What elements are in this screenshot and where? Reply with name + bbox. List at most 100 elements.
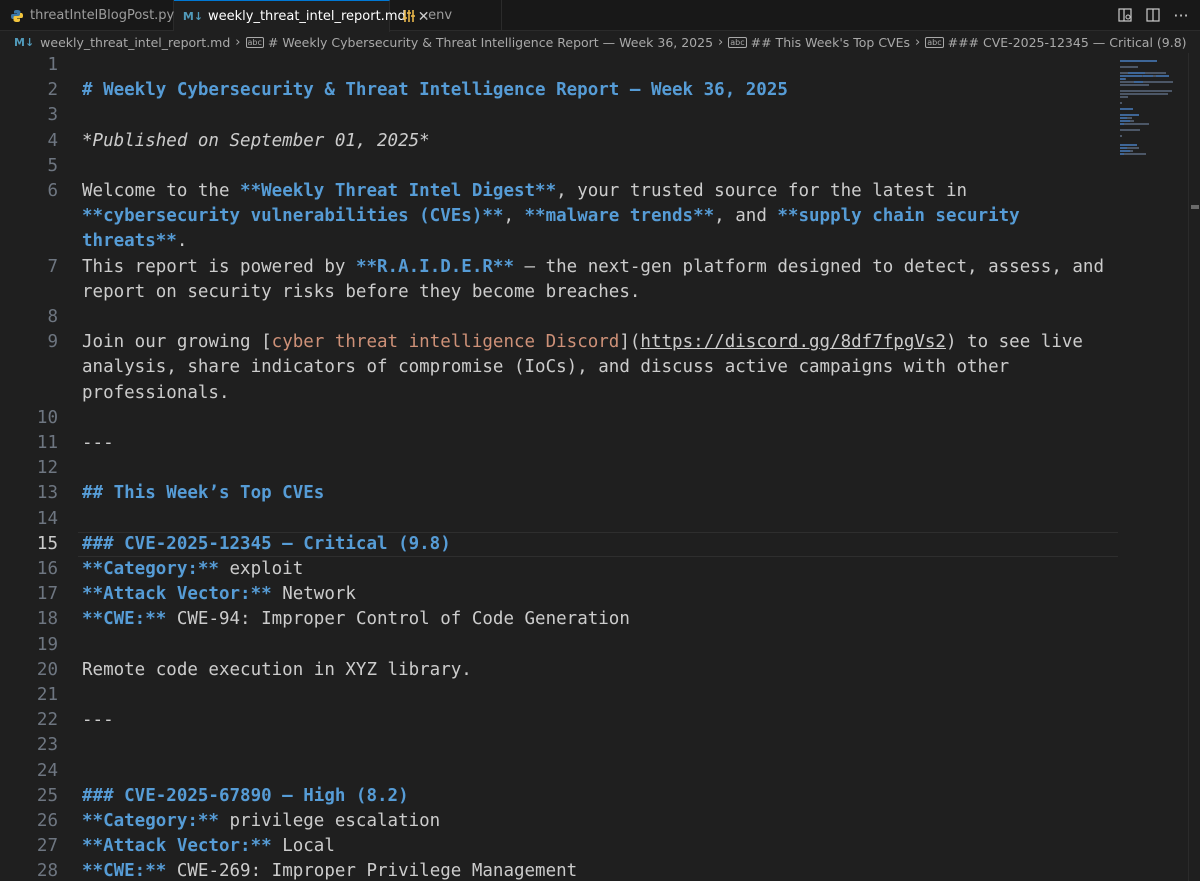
editor-line[interactable]: 8 (0, 305, 1118, 330)
line-content: report on security risks before they bec… (82, 280, 640, 305)
line-content: ## This Week’s Top CVEs (82, 481, 324, 506)
line-content: Welcome to the **Weekly Threat Intel Dig… (82, 179, 967, 204)
text-token: Welcome to the (82, 181, 241, 201)
editor-line[interactable]: 24 (0, 759, 1118, 784)
text-token: Local (271, 836, 335, 857)
vertical-scrollbar[interactable] (1188, 53, 1200, 881)
tab-python-file[interactable]: threatIntelBlogPost.py (0, 0, 174, 31)
line-number: 25 (36, 785, 58, 806)
editor-line[interactable]: 5 (0, 154, 1118, 179)
editor-line[interactable]: 18 **CWE:** CWE-94: Improper Control of C… (0, 607, 1118, 632)
tab-markdown-file[interactable]: M↓ weekly_threat_intel_report.md ✕ (174, 0, 429, 32)
line-content: --- (82, 708, 114, 733)
editor-line[interactable]: 6 Welcome to the **Weekly Threat Intel Di… (0, 179, 1118, 204)
tab-label: weekly_threat_intel_report.md (208, 9, 406, 24)
editor-line[interactable]: 1 (0, 53, 1118, 78)
chevron-right-icon: › (718, 34, 724, 50)
editor-line[interactable]: professionals. (0, 381, 1118, 406)
editor-line[interactable]: 19 (0, 633, 1118, 658)
editor-line[interactable]: 26 **Category:** privilege escalation (0, 809, 1118, 834)
minimap-line (1129, 150, 1134, 152)
text-token: **Category:** (82, 811, 219, 831)
tab-env-file[interactable]: .env (390, 0, 502, 31)
chevron-right-icon: › (915, 34, 921, 50)
line-number: 11 (36, 433, 58, 453)
editor-line[interactable]: 13 ## This Week’s Top CVEs (0, 481, 1118, 506)
line-number: 19 (36, 634, 58, 655)
line-number: 22 (36, 710, 58, 731)
minimap-line (1124, 78, 1126, 80)
text-token: report on security risks before they bec… (82, 281, 641, 302)
minimap-line (1120, 75, 1142, 77)
editor-line[interactable]: 4 *Published on September 01, 2025* (0, 129, 1118, 154)
text-token: ) to see live (945, 332, 1083, 353)
editor-line[interactable]: 22 --- (0, 708, 1118, 733)
scrollbar-thumb[interactable] (1191, 205, 1199, 209)
text-token: Join our growing [ (82, 332, 272, 353)
text-token: **Attack Vector:** (82, 836, 272, 857)
editor-line[interactable]: 20 Remote code execution in XYZ library. (0, 658, 1118, 683)
breadcrumb-h2[interactable]: abc ## This Week's Top CVEs (728, 35, 910, 50)
editor-line[interactable]: 27 **Attack Vector:** Local (0, 834, 1118, 859)
text-token: **Attack Vector:** (82, 584, 272, 605)
editor-line[interactable]: 2 # Weekly Cybersecurity & Threat Intelli… (0, 78, 1118, 103)
editor-line[interactable]: analysis, share indicators of compromise… (0, 355, 1118, 380)
line-number: 2 (47, 80, 58, 101)
editor-line[interactable]: 28 **CWE:** CWE-269: Improper Privilege M… (0, 859, 1118, 881)
open-preview-icon[interactable] (1116, 6, 1134, 24)
breadcrumb-h1[interactable]: abc # Weekly Cybersecurity & Threat Inte… (245, 35, 713, 50)
editor-line[interactable]: 23 (0, 733, 1118, 758)
text-token: **malware trends** (524, 206, 715, 227)
breadcrumb-h2-label: ## This Week's Top CVEs (750, 34, 911, 50)
tab-label: threatIntelBlogPost.py (30, 8, 175, 23)
minimap-line (1120, 102, 1122, 104)
minimap-line (1120, 84, 1150, 86)
editor-line[interactable]: 17 **Attack Vector:** Network (0, 582, 1118, 607)
line-number: 10 (36, 407, 58, 428)
line-number: 20 (36, 659, 58, 680)
tab-label: .env (424, 8, 453, 23)
editor-line[interactable]: 7 This report is powered by **R.A.I.D.E.R… (0, 255, 1118, 280)
editor-line[interactable]: **cybersecurity vulnerabilities (CVEs)**… (0, 204, 1118, 229)
line-content: This report is powered by **R.A.I.D.E.R*… (82, 255, 1104, 280)
link-url[interactable]: https://discord.gg/8df7fpgVs2 (640, 332, 946, 352)
editor-line[interactable]: report on security risks before they bec… (0, 280, 1118, 305)
minimap-line (1120, 90, 1130, 92)
line-number: 23 (36, 735, 58, 756)
editor-line[interactable]: 14 (0, 507, 1118, 532)
editor-text-area[interactable]: 1 2 # Weekly Cybersecurity & Threat Intell… (0, 53, 1118, 881)
symbol-string-icon: abc (728, 36, 747, 48)
minimap[interactable] (1118, 53, 1188, 881)
minimap-line (1120, 117, 1128, 119)
line-number: 21 (36, 685, 58, 705)
line-number: 7 (47, 256, 58, 277)
line-content: # Weekly Cybersecurity & Threat Intellig… (82, 78, 788, 103)
editor-line[interactable]: 25 ### CVE-2025-67890 — High (8.2) (0, 784, 1118, 809)
editor-line[interactable]: 9 Join our growing [cyber threat intellig… (0, 330, 1118, 355)
text-token: --- (82, 710, 114, 731)
more-actions-icon[interactable]: ··· (1172, 6, 1190, 25)
text-token: **supply chain security (777, 206, 1020, 227)
line-number: 13 (36, 483, 58, 504)
editor-line[interactable]: 12 (0, 456, 1118, 481)
breadcrumb-file[interactable]: M↓ weekly_threat_intel_report.md (14, 35, 230, 50)
editor-line[interactable]: 21 (0, 683, 1118, 708)
text-token: privilege escalation (218, 811, 441, 831)
tab-bar: threatIntelBlogPost.py M↓ weekly_threat_… (0, 0, 1200, 32)
minimap-line (1120, 150, 1130, 152)
minimap-line (1120, 72, 1129, 74)
split-editor-icon[interactable] (1144, 6, 1162, 24)
editor-line[interactable]: 15 ### CVE-2025-12345 — Critical (9.8) (0, 531, 1118, 557)
editor-line[interactable]: 16 **Category:** exploit (0, 557, 1118, 582)
line-content: **Attack Vector:** Network (82, 582, 356, 607)
editor-line[interactable]: 10 (0, 406, 1118, 431)
line-number: 6 (47, 181, 58, 201)
editor-line[interactable]: 3 (0, 103, 1118, 128)
breadcrumb-h3[interactable]: abc ### CVE-2025-12345 — Critical (9.8) (925, 35, 1187, 50)
line-content: **Category:** privilege escalation (82, 809, 440, 834)
line-content: Remote code execution in XYZ library. (82, 658, 472, 683)
text-token: **CWE:** (82, 609, 167, 630)
minimap-line (1120, 129, 1141, 131)
editor-line[interactable]: 11 --- (0, 431, 1118, 456)
editor-line[interactable]: threats**. (0, 229, 1118, 254)
